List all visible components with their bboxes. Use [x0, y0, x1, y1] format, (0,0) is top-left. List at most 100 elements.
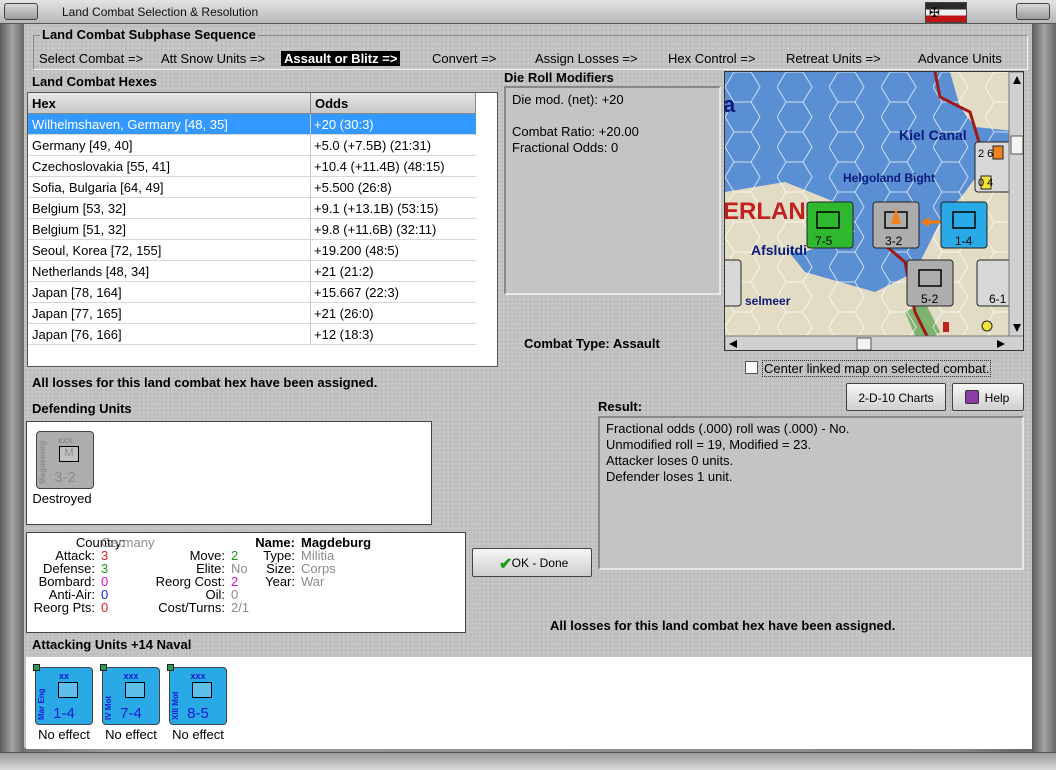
col-odds-header[interactable]: Odds [311, 93, 476, 114]
hex-row[interactable]: Seoul, Korea [72, 155] +19.200 (48:5) [28, 240, 476, 261]
window-title: Land Combat Selection & Resolution [62, 5, 259, 19]
attacker-strength: 7-4 [120, 705, 142, 722]
map-counter-magdeburg[interactable]: 3-2 [872, 201, 920, 249]
defender-status: Destroyed [32, 491, 92, 506]
hex-name: Netherlands [48, 34] [32, 264, 150, 279]
ok-done-label: OK - Done [511, 556, 569, 570]
hex-odds: +21 (21:2) [314, 264, 374, 279]
defending-title: Defending Units [32, 401, 132, 416]
attacker-counter[interactable]: xx Mar Eng 1-4 [33, 664, 93, 725]
map-vscroll[interactable] [1008, 72, 1024, 337]
supply-marker-icon [100, 664, 107, 671]
attacker-status: No effect [105, 727, 157, 742]
reorgpts-label: Reorg Pts: [33, 600, 95, 615]
center-linked-checkbox[interactable] [745, 361, 758, 374]
map-counter-sub-top: 2 6 [978, 148, 993, 160]
hex-name: Japan [76, 166] [32, 327, 122, 342]
map-counter-west[interactable] [725, 259, 742, 307]
result-line-2: Unmodified roll = 19, Modified = 23. [606, 437, 812, 452]
charts-button[interactable]: 2-D-10 Charts [846, 383, 946, 411]
combat-type: Combat Type: Assault [524, 336, 660, 351]
year-value: War [301, 574, 325, 589]
mini-map[interactable]: Kiel Canal Helgoland Bight ERLAN Afsluit… [724, 71, 1024, 351]
step-hex-control[interactable]: Hex Control => [668, 51, 755, 66]
hex-row[interactable]: Sofia, Bulgaria [64, 49] +5.500 (26:8) [28, 177, 476, 198]
hex-odds: +5.0 (+7.5B) (21:31) [314, 138, 432, 153]
losses-message-bottom: All losses for this land combat hex have… [550, 618, 896, 633]
result-title: Result: [598, 399, 643, 414]
system-menu-button[interactable] [4, 3, 38, 20]
die-mod-line: Die mod. (net): +20 [512, 92, 624, 107]
hex-name: Sofia, Bulgaria [64, 49] [32, 180, 164, 195]
hex-row[interactable]: Japan [77, 165] +21 (26:0) [28, 303, 476, 324]
fractional-odds-line: Fractional Odds: 0 [512, 140, 619, 155]
attacking-title: Attacking Units +14 Naval [32, 637, 192, 652]
result-panel: Fractional odds (.000) roll was (.000) -… [598, 416, 1024, 570]
ok-done-button[interactable]: ✔ OK - Done [472, 548, 592, 577]
year-label: Year: [265, 574, 295, 589]
attacker-status: No effect [38, 727, 90, 742]
map-label-country: ERLAN [725, 198, 806, 225]
bottom-border [0, 752, 1056, 770]
step-assign-losses[interactable]: Assign Losses => [535, 51, 638, 66]
step-advance-units[interactable]: Advance Units [918, 51, 1002, 66]
map-counter-kiel[interactable]: 5-2 [906, 259, 954, 307]
help-button[interactable]: Help [952, 383, 1024, 411]
center-linked-label[interactable]: Center linked map on selected combat. [762, 360, 992, 377]
result-line-1: Fractional odds (.000) roll was (.000) -… [606, 421, 850, 436]
hex-name: Germany [49, 40] [32, 138, 133, 153]
defending-units-box: xxx Magdeburg M 3-2 Destroyed [26, 421, 432, 525]
hex-row[interactable]: Japan [78, 164] +15.667 (22:3) [28, 282, 476, 303]
attacker-counter[interactable]: xxx XIII Mot 8-5 [167, 664, 227, 725]
hex-name: Seoul, Korea [72, 155] [32, 243, 162, 258]
unit-symbol-icon [192, 682, 212, 698]
hex-row[interactable]: Wilhelmshaven, Germany [48, 35] +20 (30:3… [28, 114, 476, 135]
map-canvas[interactable]: Kiel Canal Helgoland Bight ERLAN Afsluit… [725, 72, 1024, 351]
map-vscroll-thumb[interactable] [1010, 135, 1023, 155]
map-counter-engineer-strength: 1-4 [955, 234, 973, 248]
supply-marker-icon [33, 664, 40, 671]
hex-row[interactable]: Belgium [51, 32] +9.8 (+11.6B) (32:11) [28, 219, 476, 240]
die-roll-title: Die Roll Modifiers [504, 70, 614, 85]
map-label-edge: a [725, 92, 736, 117]
attacker-counter[interactable]: xxx IV Mot 7-4 [100, 664, 160, 725]
map-counter-kiel-strength: 5-2 [921, 292, 939, 306]
hex-name: Belgium [53, 32] [32, 201, 126, 216]
hex-odds: +12 (18:3) [314, 327, 374, 342]
unit-info-panel: Country: Germany Attack: 3 Defense: 3 Bo… [26, 532, 466, 633]
map-hscroll-thumb[interactable] [856, 337, 872, 350]
hex-row[interactable]: Czechoslovakia [55, 41] +10.4 (+11.4B) (4… [28, 156, 476, 177]
hex-odds: +15.667 (22:3) [314, 285, 399, 300]
step-att-snow-units[interactable]: Att Snow Units => [161, 51, 265, 66]
map-counter-engineer[interactable]: 1-4 [940, 201, 988, 249]
hex-row[interactable]: Japan [76, 166] +12 (18:3) [28, 324, 476, 345]
step-assault-or-blitz[interactable]: Assault or Blitz => [281, 51, 401, 66]
hex-odds: +19.200 (48:5) [314, 243, 399, 258]
map-label-helgoland-bight: Helgoland Bight [843, 171, 935, 185]
die-roll-panel: Die mod. (net): +20 Combat Ratio: +20.00… [504, 86, 721, 295]
hex-row[interactable]: Netherlands [48, 34] +21 (21:2) [28, 261, 476, 282]
step-retreat-units[interactable]: Retreat Units => [786, 51, 881, 66]
hex-name: Japan [78, 164] [32, 285, 122, 300]
map-label-ijsselmeer: selmeer [745, 294, 791, 308]
hexes-list[interactable]: Hex Odds Wilhelmshaven, Germany [48, 35]… [27, 92, 498, 367]
hex-odds: +5.500 (26:8) [314, 180, 392, 195]
combat-ratio-line: Combat Ratio: +20.00 [512, 124, 639, 139]
hex-row[interactable]: Germany [49, 40] +5.0 (+7.5B) (21:31) [28, 135, 476, 156]
map-hscroll[interactable] [725, 335, 1024, 351]
step-convert[interactable]: Convert => [432, 51, 496, 66]
hex-name: Belgium [51, 32] [32, 222, 126, 237]
col-hex-header[interactable]: Hex [28, 93, 311, 114]
step-select-combat[interactable]: Select Combat => [39, 51, 143, 66]
hex-row[interactable]: Belgium [53, 32] +9.1 (+13.1B) (53:15) [28, 198, 476, 219]
hex-name: Japan [77, 165] [32, 306, 122, 321]
defender-counter-magdeburg[interactable]: xxx Magdeburg M 3-2 [36, 431, 94, 489]
map-counter-green[interactable]: 7-5 [806, 201, 854, 249]
right-border [1032, 24, 1056, 752]
reorgpts-value: 0 [101, 600, 109, 615]
hex-name: Wilhelmshaven, Germany [48, 35] [32, 117, 228, 132]
close-button[interactable] [1016, 3, 1050, 20]
map-counter-green-strength: 7-5 [815, 234, 833, 248]
hex-odds: +21 (26:0) [314, 306, 374, 321]
